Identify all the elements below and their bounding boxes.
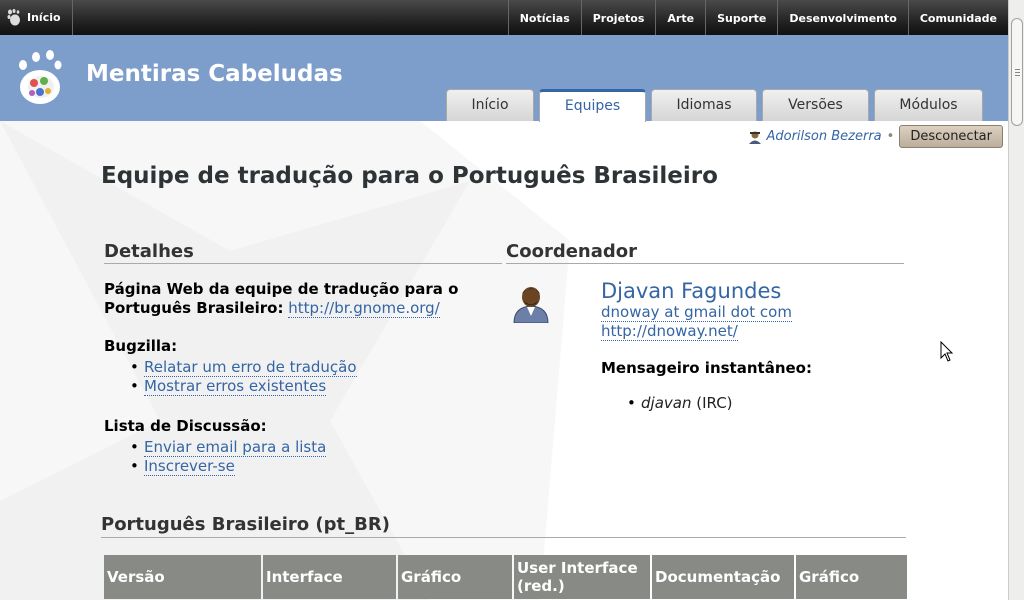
user-icon (749, 131, 762, 144)
coordinator-email[interactable]: dnoway at gmail dot com (601, 303, 792, 322)
nav-projetos[interactable]: Projetos (580, 0, 656, 35)
mouse-pointer-icon (940, 341, 954, 362)
coordinator-info: Djavan Fagundes dnoway at gmail dot com … (601, 279, 921, 413)
coordinator-website[interactable]: http://dnoway.net/ (601, 322, 738, 341)
list-item: Mostrar erros existentes (104, 377, 502, 396)
main-content: Adorilson Bezerra • Desconectar Equipe d… (0, 121, 1008, 600)
list-item: Relatar um erro de tradução (104, 358, 502, 377)
tab-inicio[interactable]: Início (446, 89, 534, 121)
language-section-heading: Português Brasileiro (pt_BR) (101, 514, 906, 538)
im-label: Mensageiro instantâneo: (601, 359, 812, 377)
user-name[interactable]: Adorilson Bezerra (766, 129, 881, 144)
im-network: (IRC) (696, 394, 733, 412)
coordinator-avatar (513, 287, 549, 323)
col-header-documentacao: Documentação (652, 555, 794, 599)
details-section: Detalhes Página Web da equipe de traduçã… (104, 241, 502, 476)
list-item: djavan (IRC) (601, 394, 921, 413)
coordinator-section: Coordenador Djavan Fagundes dnoway at gm… (506, 241, 904, 413)
details-heading: Detalhes (104, 241, 502, 264)
nav-arte[interactable]: Arte (655, 0, 705, 35)
tab-modulos[interactable]: Módulos (874, 89, 983, 121)
coordinator-heading: Coordenador (506, 241, 904, 264)
bugzilla-links: Relatar um erro de tradução Mostrar erro… (104, 358, 502, 396)
logout-button[interactable]: Desconectar (899, 125, 1003, 148)
bugzilla-field: Bugzilla: (104, 337, 502, 356)
bugzilla-label: Bugzilla: (104, 337, 178, 355)
nav-noticias[interactable]: Notícias (507, 0, 581, 35)
webpage-field: Página Web da equipe de tradução para o … (104, 280, 502, 318)
tab-versoes[interactable]: Versões (762, 89, 869, 121)
webpage-link[interactable]: http://br.gnome.org/ (288, 299, 440, 318)
tab-equipes[interactable]: Equipes (539, 89, 646, 122)
main-tabs: Início Equipes Idiomas Versões Módulos (446, 89, 988, 122)
nav-desenvolvimento[interactable]: Desenvolvimento (777, 0, 907, 35)
site-title[interactable]: Mentiras Cabeludas (86, 61, 343, 87)
im-nick: djavan (641, 394, 692, 412)
tab-idiomas[interactable]: Idiomas (651, 89, 757, 121)
nav-suporte[interactable]: Suporte (705, 0, 777, 35)
mailing-label: Lista de Discussão: (104, 417, 267, 435)
mailing-field: Lista de Discussão: (104, 417, 502, 436)
im-list: djavan (IRC) (601, 394, 921, 413)
home-link[interactable]: Início (6, 0, 73, 35)
coordinator-name[interactable]: Djavan Fagundes (601, 279, 921, 303)
report-bug-link[interactable]: Relatar um erro de tradução (144, 358, 357, 377)
list-item: Inscrever-se (104, 457, 502, 476)
user-separator: • (886, 129, 895, 144)
scrollbar-thumb[interactable] (1011, 18, 1023, 126)
user-bar: Adorilson Bezerra • Desconectar (748, 125, 1003, 148)
col-header-interface: Interface (263, 555, 396, 599)
page-title: Equipe de tradução para o Português Bras… (101, 163, 718, 189)
show-bugs-link[interactable]: Mostrar erros existentes (144, 377, 327, 396)
stats-table: Versão Interface Gráfico User Interface … (102, 555, 909, 599)
top-nav: Notícias Projetos Arte Suporte Desenvolv… (507, 0, 1008, 35)
send-email-link[interactable]: Enviar email para a lista (144, 438, 327, 457)
col-header-grafico-doc: Gráfico (796, 555, 907, 599)
col-header-versao: Versão (104, 555, 261, 599)
top-bar: Início Notícias Projetos Arte Suporte De… (0, 0, 1008, 35)
gnome-foot-icon (7, 9, 20, 26)
col-header-grafico: Gráfico (398, 555, 512, 599)
col-header-ui-reduced: User Interface (red.) (514, 555, 650, 599)
nav-comunidade[interactable]: Comunidade (907, 0, 1008, 35)
vertical-scrollbar[interactable] (1008, 0, 1024, 600)
subscribe-link[interactable]: Inscrever-se (144, 457, 235, 476)
mailing-links: Enviar email para a lista Inscrever-se (104, 438, 502, 476)
site-header: Mentiras Cabeludas Início Equipes Idioma… (0, 35, 1008, 122)
home-label: Início (27, 11, 61, 24)
list-item: Enviar email para a lista (104, 438, 502, 457)
gnome-logo-icon[interactable] (14, 45, 64, 105)
